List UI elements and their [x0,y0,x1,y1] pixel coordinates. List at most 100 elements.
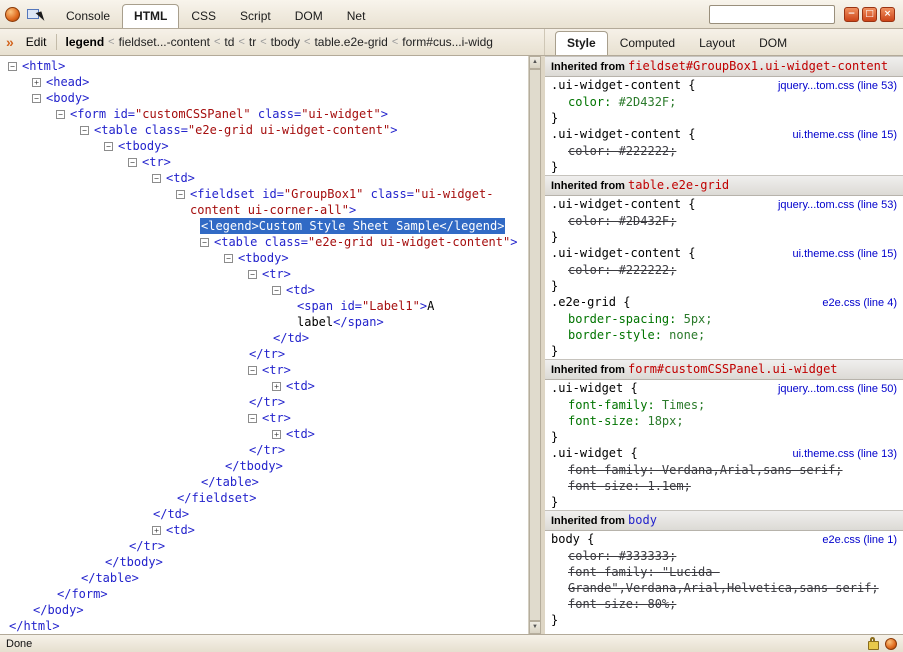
close-button[interactable]: × [880,7,895,22]
lock-icon[interactable] [868,637,879,650]
collapse-icon[interactable]: − [104,142,113,151]
scroll-down-button[interactable]: ▼ [529,621,541,634]
collapse-icon[interactable]: − [200,238,209,247]
search-input[interactable] [709,5,835,24]
tree-node[interactable]: <span id="Label1">A label</span> [0,298,528,330]
detach-button[interactable]: □ [862,7,877,22]
collapse-icon[interactable]: − [128,158,137,167]
tree-node[interactable]: −<body> [0,90,528,106]
css-source-link[interactable]: jquery...tom.css (line 53) [778,197,897,213]
tree-node[interactable]: </tr> [0,442,528,458]
tree-node[interactable]: −<table class="e2e-grid ui-widget-conten… [0,234,528,250]
tree-node[interactable]: </table> [0,570,528,586]
tab-net[interactable]: Net [335,4,378,28]
firebug-status-icon[interactable] [885,638,897,650]
tree-node[interactable]: −<form id="customCSSPanel" class="ui-wid… [0,106,528,122]
tab-css[interactable]: CSS [179,4,228,28]
tree-node[interactable]: −<td> [0,282,528,298]
collapse-icon[interactable]: − [248,414,257,423]
tree-node[interactable]: −<tbody> [0,138,528,154]
collapse-icon[interactable]: − [56,110,65,119]
collapse-icon[interactable]: − [80,126,89,135]
collapse-icon[interactable]: − [272,286,281,295]
panel-options-icon[interactable]: » [4,34,18,50]
tree-node[interactable]: −<html> [0,58,528,74]
tree-node[interactable]: </td> [0,506,528,522]
tab-console[interactable]: Console [54,4,122,28]
tree-node[interactable]: </html> [0,618,528,634]
collapse-icon[interactable]: − [8,62,17,71]
tree-node[interactable]: +<td> [0,426,528,442]
tree-node[interactable]: </tbody> [0,554,528,570]
tree-node[interactable]: −<td> [0,170,528,186]
tree-node[interactable]: −<tbody> [0,250,528,266]
inherited-from-selector[interactable]: table.e2e-grid [628,178,729,192]
inspect-element-icon[interactable] [27,7,44,22]
breadcrumb-item[interactable]: fieldset...-content [116,34,213,50]
breadcrumb-item[interactable]: form#cus...i-widg [399,34,496,50]
tree-node-markup: </tbody> [224,458,284,474]
tab-script[interactable]: Script [228,4,283,28]
tree-node[interactable]: −<tr> [0,154,528,170]
collapse-icon[interactable]: − [152,174,161,183]
tree-node[interactable]: </tbody> [0,458,528,474]
breadcrumb-item[interactable]: tbody [268,34,303,50]
tree-node[interactable]: </tr> [0,538,528,554]
tree-node[interactable]: +<td> [0,522,528,538]
tree-node[interactable]: </tr> [0,394,528,410]
tree-node[interactable]: </body> [0,602,528,618]
css-source-link[interactable]: jquery...tom.css (line 50) [778,381,897,397]
tree-node[interactable]: −<tr> [0,362,528,378]
tree-node[interactable]: −<tr> [0,410,528,426]
tree-node[interactable]: −<fieldset id="GroupBox1" class="ui-widg… [0,186,528,218]
side-tab-computed[interactable]: Computed [608,31,687,55]
breadcrumb-item[interactable]: tr [246,34,259,50]
expand-icon[interactable]: + [272,382,281,391]
side-tab-dom[interactable]: DOM [747,31,799,55]
minimize-button[interactable]: − [844,7,859,22]
inherited-from-label: Inherited from [551,180,628,192]
tree-node[interactable]: </form> [0,586,528,602]
breadcrumb-item[interactable]: table.e2e-grid [311,34,390,50]
css-rule-close-brace: } [551,229,897,245]
css-source-link[interactable]: e2e.css (line 4) [822,295,897,311]
css-source-link[interactable]: ui.theme.css (line 13) [792,446,897,462]
breadcrumb-item[interactable]: legend [62,34,107,50]
style-panel: Inherited from fieldset#GroupBox1.ui-wid… [545,56,903,634]
side-tab-style[interactable]: Style [555,31,608,55]
edit-button[interactable]: Edit [18,33,55,51]
css-rule-close-brace: } [551,159,897,175]
firebug-menu-icon[interactable] [5,7,20,22]
css-source-link[interactable]: ui.theme.css (line 15) [792,127,897,143]
inherited-from-selector[interactable]: body [628,513,657,527]
scroll-up-button[interactable]: ▲ [529,56,541,69]
css-source-link[interactable]: jquery...tom.css (line 53) [778,78,897,94]
tree-node[interactable]: </table> [0,474,528,490]
breadcrumb-item[interactable]: td [221,34,237,50]
inherited-from-selector[interactable]: form#customCSSPanel.ui-widget [628,362,838,376]
collapse-icon[interactable]: − [176,190,185,199]
tree-node[interactable]: −<tr> [0,266,528,282]
css-source-link[interactable]: e2e.css (line 1) [822,532,897,548]
css-source-link[interactable]: ui.theme.css (line 15) [792,246,897,262]
collapse-icon[interactable]: − [248,270,257,279]
side-tab-layout[interactable]: Layout [687,31,747,55]
scroll-thumb[interactable] [529,69,541,621]
tree-node[interactable]: −<table class="e2e-grid ui-widget-conten… [0,122,528,138]
tab-dom[interactable]: DOM [283,4,335,28]
tree-node[interactable]: </tr> [0,346,528,362]
vertical-scrollbar[interactable]: ▲ ▼ [528,56,541,634]
tree-node[interactable]: <legend>Custom Style Sheet Sample</legen… [0,218,528,234]
expand-icon[interactable]: + [32,78,41,87]
tree-node[interactable]: </fieldset> [0,490,528,506]
collapse-icon[interactable]: − [224,254,233,263]
tree-node[interactable]: </td> [0,330,528,346]
collapse-icon[interactable]: − [248,366,257,375]
tree-node[interactable]: +<head> [0,74,528,90]
tab-html[interactable]: HTML [122,4,179,28]
tree-node[interactable]: +<td> [0,378,528,394]
collapse-icon[interactable]: − [32,94,41,103]
expand-icon[interactable]: + [272,430,281,439]
expand-icon[interactable]: + [152,526,161,535]
inherited-from-selector[interactable]: fieldset#GroupBox1.ui-widget-content [628,59,888,73]
